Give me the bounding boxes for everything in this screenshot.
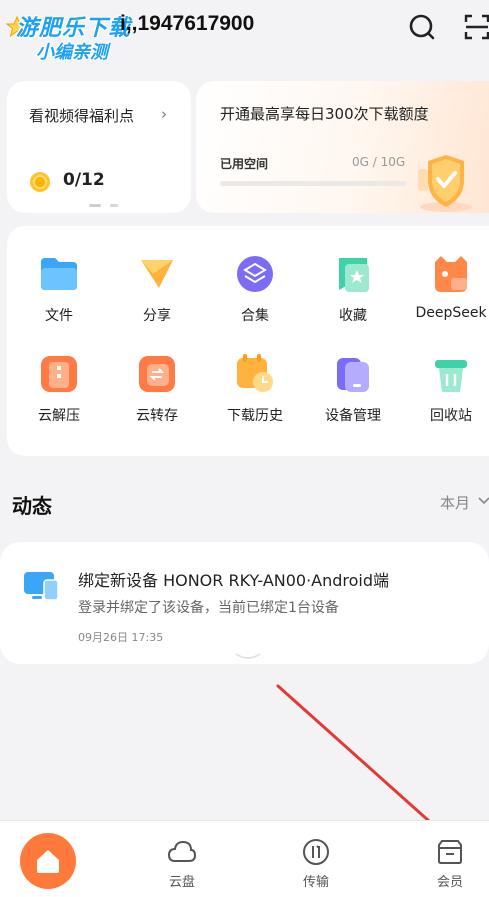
- feature-grid: 文件 分享 合集 收藏 DeepSeek 云解压 云转存 下载历史 设备管理 回…: [7, 226, 489, 456]
- activity-card[interactable]: 绑定新设备 HONOR RKY-AN00·Android端 登录并绑定了该设备，…: [0, 542, 489, 664]
- pager-dot-active: [89, 204, 101, 207]
- chevron-down-icon[interactable]: [478, 496, 489, 506]
- grid-label: 云解压: [38, 408, 80, 424]
- cloud-icon: [167, 840, 197, 862]
- top-header: 游肥乐下载 小编亲测 i,,1947617900: [0, 0, 489, 63]
- grid-item-deepseek[interactable]: DeepSeek: [403, 252, 489, 340]
- nav-label: 云盘: [168, 875, 195, 890]
- used-space-value: 0G / 10G: [352, 155, 406, 169]
- nav-cloud-disk[interactable]: 云盘: [152, 837, 212, 891]
- nav-transfer[interactable]: 传输: [286, 837, 346, 891]
- grid-label: 文件: [45, 308, 73, 324]
- grid-item-share[interactable]: 分享: [109, 252, 199, 340]
- device-manage-icon: [337, 358, 369, 392]
- recycle-bin-icon: [435, 360, 467, 392]
- nav-home[interactable]: [20, 833, 76, 889]
- download-history-icon: [237, 354, 273, 392]
- watermark-logo: 游肥乐下载 小编亲测: [6, 8, 138, 64]
- coin-icon: [30, 172, 50, 192]
- grid-item-collection[interactable]: 合集: [207, 252, 297, 340]
- chevron-right-icon: ›: [161, 105, 167, 123]
- grid-label: 云转存: [136, 408, 178, 424]
- transfer-icon: [303, 839, 329, 865]
- nav-member[interactable]: 会员: [420, 837, 480, 891]
- grid-label: 收藏: [339, 308, 367, 324]
- benefit-card[interactable]: 看视频得福利点 › 0/12: [7, 81, 191, 213]
- expand-icon[interactable]: [232, 652, 264, 662]
- cloud-save-icon: [139, 356, 175, 392]
- nav-label: 传输: [302, 875, 329, 890]
- nav-label: 会员: [436, 875, 463, 890]
- account-phone[interactable]: i,,1947617900: [120, 12, 254, 36]
- favorite-icon: [339, 258, 369, 292]
- grid-label: 设备管理: [325, 408, 381, 424]
- activity-description: 登录并绑定了该设备，当前已绑定1台设备: [78, 600, 339, 616]
- storage-progress-bar: [220, 181, 406, 186]
- activity-timestamp: 09月26日 17:35: [78, 631, 164, 644]
- watermark-text-2: 小编亲测: [36, 42, 108, 63]
- share-icon: [141, 260, 173, 288]
- pager-dot: [110, 204, 119, 207]
- grid-item-favorite[interactable]: 收藏: [305, 252, 395, 340]
- grid-item-device-manage[interactable]: 设备管理: [305, 352, 395, 440]
- shield-check-icon: [418, 155, 472, 212]
- grid-item-unzip[interactable]: 云解压: [11, 352, 101, 440]
- grid-label: 下载历史: [227, 408, 283, 424]
- activity-title: 绑定新设备 HONOR RKY-AN00·Android端: [78, 571, 390, 590]
- grid-label: 合集: [241, 308, 269, 324]
- bottom-nav: 云盘 传输 会员: [0, 820, 489, 897]
- folder-icon: [41, 258, 77, 290]
- unzip-icon: [41, 356, 77, 392]
- used-space-label: 已用空间: [220, 157, 269, 171]
- month-filter[interactable]: 本月: [440, 492, 470, 513]
- grid-item-download-history[interactable]: 下载历史: [207, 352, 297, 440]
- scan-icon[interactable]: [462, 12, 489, 42]
- benefit-title: 看视频得福利点: [29, 107, 135, 125]
- home-icon: [37, 850, 59, 873]
- grid-item-recycle-bin[interactable]: 回收站: [403, 352, 489, 440]
- grid-label: DeepSeek: [415, 305, 487, 321]
- grid-label: 分享: [143, 308, 171, 324]
- deepseek-icon: [435, 256, 467, 292]
- search-icon[interactable]: [407, 12, 437, 42]
- collection-icon: [237, 256, 273, 292]
- grid-label: 回收站: [430, 408, 472, 424]
- member-icon: [438, 840, 462, 864]
- device-icon: [24, 572, 59, 601]
- quota-card[interactable]: 开通最高享每日300次下载额度 已用空间 0G / 10G: [196, 81, 489, 213]
- benefit-count: 0/12: [63, 170, 105, 190]
- section-title-activity: 动态: [12, 494, 52, 518]
- grid-item-cloud-save[interactable]: 云转存: [109, 352, 199, 440]
- quota-title: 开通最高享每日300次下载额度: [220, 105, 429, 123]
- grid-item-files[interactable]: 文件: [11, 252, 101, 340]
- pager-dots: [89, 204, 119, 208]
